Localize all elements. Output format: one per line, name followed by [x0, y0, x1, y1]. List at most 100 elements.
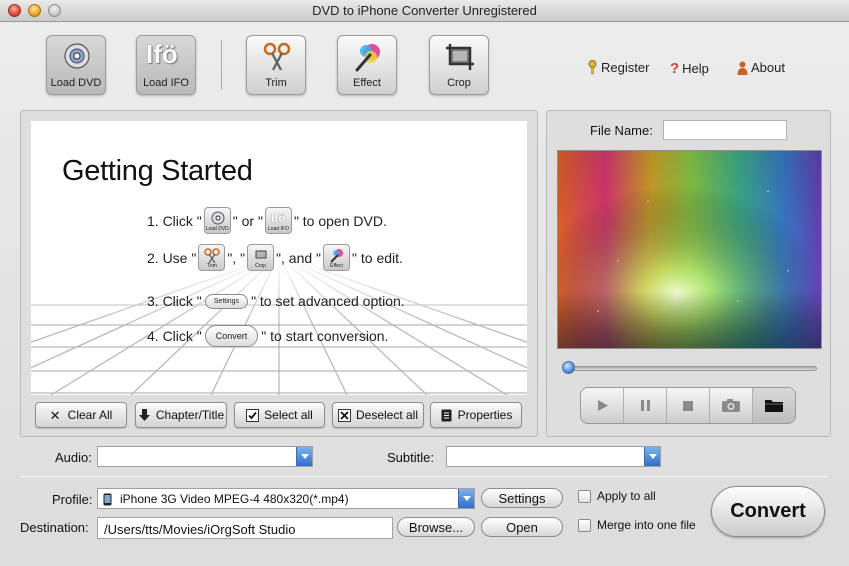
mini-crop-icon: Crop: [247, 244, 275, 271]
playback-slider-track[interactable]: [565, 366, 817, 371]
browse-button[interactable]: Browse...: [397, 517, 475, 537]
chapter-title-button[interactable]: Chapter/Title: [135, 402, 227, 428]
step-2-text-c: ", and ": [276, 249, 322, 266]
properties-button[interactable]: Properties: [430, 402, 522, 428]
crop-label: Crop: [447, 77, 471, 89]
trim-button[interactable]: Trim: [246, 35, 306, 95]
load-ifo-button[interactable]: Ifö Load IFO: [136, 35, 196, 95]
apply-to-all-checkbox[interactable]: Apply to all: [578, 489, 656, 503]
question-mark-icon: ?: [670, 60, 680, 77]
magic-wand-icon: [355, 44, 380, 72]
down-arrow-icon: [138, 408, 150, 421]
aurora-wallpaper-image: [558, 151, 821, 348]
play-button[interactable]: [581, 388, 624, 423]
iphone-icon: [103, 493, 112, 506]
properties-label: Properties: [457, 408, 513, 422]
subtitle-select[interactable]: [446, 446, 661, 467]
step-1-text-a: 1. Click ": [147, 212, 202, 229]
file-name-label: File Name:: [590, 123, 653, 138]
stop-icon: [683, 400, 693, 411]
settings-button[interactable]: Settings: [481, 488, 563, 508]
dvd-disc-icon: [64, 43, 90, 69]
mini-trim-label: Trim: [206, 263, 217, 269]
camera-icon: [722, 399, 740, 412]
subtitle-dropdown-arrow[interactable]: [644, 447, 660, 466]
help-link[interactable]: ? Help: [670, 60, 709, 77]
pause-icon: [640, 400, 650, 411]
x-icon: ✕: [49, 407, 61, 423]
convert-button[interactable]: Convert: [711, 486, 825, 537]
step-3-text-b: " to set advanced option.: [251, 293, 405, 309]
file-name-field[interactable]: [663, 120, 787, 140]
step-2-text-d: " to edit.: [352, 249, 403, 266]
destination-field[interactable]: /Users/tts/Movies/iOrgSoft Studio: [97, 517, 393, 539]
mini-load-dvd-icon: Load DVD: [203, 207, 231, 234]
merge-box[interactable]: [578, 518, 591, 532]
snapshot-button[interactable]: [710, 388, 753, 423]
open-button[interactable]: Open: [481, 517, 563, 537]
step-3: 3. Click " Settings " to set advanced op…: [147, 293, 405, 309]
audio-dropdown-arrow[interactable]: [296, 447, 312, 466]
clear-all-label: Clear All: [67, 408, 113, 422]
mini-load-dvd-label: Load DVD: [205, 226, 229, 232]
apply-to-all-box[interactable]: [578, 489, 591, 503]
video-preview: [557, 150, 822, 349]
playback-slider-knob[interactable]: [562, 361, 575, 374]
select-all-button[interactable]: Select all: [234, 402, 325, 428]
mini-settings-pill: Settings: [204, 293, 249, 309]
step-2: 2. Use " Trim ", " Crop ", and " Effect …: [147, 244, 403, 271]
deselect-all-button[interactable]: Deselect all: [332, 402, 424, 428]
step-4-text-b: " to start conversion.: [261, 328, 389, 344]
mini-crop-label: Crop: [255, 263, 266, 269]
crossed-box-icon: [337, 408, 351, 422]
audio-label: Audio:: [55, 450, 92, 465]
stop-button[interactable]: [667, 388, 710, 423]
ifo-icon: Ifö: [146, 39, 178, 69]
about-link[interactable]: About: [737, 60, 785, 75]
person-icon: [737, 61, 748, 75]
mini-convert-pill: Convert: [204, 325, 259, 347]
effect-button[interactable]: Effect: [337, 35, 397, 95]
profile-value: iPhone 3G Video MPEG-4 480x320(*.mp4): [120, 492, 349, 506]
playback-controls: [580, 387, 796, 424]
profile-dropdown-arrow[interactable]: [458, 489, 474, 508]
crop-button[interactable]: Crop: [429, 35, 489, 95]
section-divider: [20, 476, 828, 477]
register-link[interactable]: Register: [587, 60, 649, 75]
apply-to-all-label: Apply to all: [597, 489, 656, 503]
profile-select[interactable]: iPhone 3G Video MPEG-4 480x320(*.mp4): [97, 488, 475, 509]
step-2-text-a: 2. Use ": [147, 249, 197, 266]
effect-label: Effect: [353, 77, 381, 89]
select-all-label: Select all: [264, 408, 313, 422]
deselect-all-label: Deselect all: [355, 408, 419, 422]
subtitle-label: Subtitle:: [387, 450, 434, 465]
register-label: Register: [601, 60, 650, 75]
audio-select[interactable]: [97, 446, 313, 467]
load-ifo-label: Load IFO: [143, 77, 189, 89]
scissors-icon: [263, 42, 291, 71]
open-folder-button[interactable]: [753, 388, 795, 423]
mini-ifo-glyph: Ifö: [271, 211, 286, 225]
key-icon: [588, 60, 597, 75]
step-1-text-b: " or ": [232, 212, 263, 229]
folder-icon: [765, 400, 783, 412]
step-1: 1. Click " Load DVD " or " Ifö Load IFO "…: [147, 207, 387, 234]
mini-effect-icon: Effect: [323, 244, 351, 271]
chapter-title-label: Chapter/Title: [155, 408, 225, 422]
mini-load-ifo-label: Load IFO: [268, 226, 289, 232]
pause-button[interactable]: [624, 388, 667, 423]
step-3-text-a: 3. Click ": [147, 293, 202, 309]
merge-checkbox[interactable]: Merge into one file: [578, 518, 696, 532]
merge-label: Merge into one file: [597, 518, 696, 532]
about-label: About: [751, 60, 785, 75]
trim-label: Trim: [265, 77, 287, 89]
load-dvd-label: Load DVD: [50, 77, 102, 89]
clear-all-button[interactable]: ✕ Clear All: [35, 402, 127, 428]
mini-trim-icon: Trim: [198, 244, 226, 271]
document-icon: [441, 409, 452, 421]
toolbar-separator: [221, 40, 222, 90]
play-icon: [597, 400, 608, 411]
load-dvd-button[interactable]: Load DVD: [46, 35, 106, 95]
crop-icon: [446, 44, 474, 70]
checked-box-icon: [246, 408, 260, 422]
